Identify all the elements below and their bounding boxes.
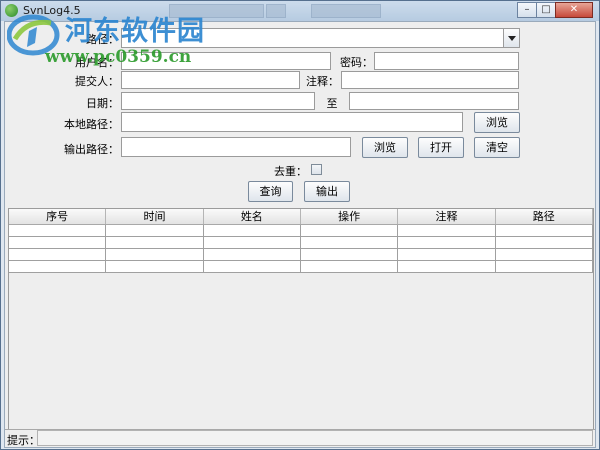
clear-button[interactable]: 清空 — [474, 137, 520, 158]
date-from-input[interactable] — [121, 92, 315, 110]
table-cell[interactable] — [301, 249, 399, 260]
table-row[interactable] — [9, 225, 593, 237]
table-cell[interactable] — [204, 261, 301, 272]
chevron-down-icon[interactable] — [503, 29, 519, 47]
table-body — [9, 225, 593, 273]
close-icon[interactable]: ✕ — [555, 2, 593, 18]
date-to-label: 至 — [326, 97, 338, 110]
table-cell[interactable] — [9, 261, 107, 272]
background-window-ghost — [311, 4, 381, 18]
committer-input[interactable] — [121, 71, 300, 89]
background-window-ghost — [266, 4, 286, 18]
column-header-path[interactable]: 路径 — [496, 209, 593, 224]
window-controls: – □ ✕ — [517, 2, 593, 18]
window-title: SvnLog4.5 — [23, 4, 81, 17]
column-header-action[interactable]: 操作 — [301, 209, 399, 224]
local-path-input[interactable] — [121, 112, 463, 132]
local-path-label: 本地路径： — [64, 118, 119, 131]
query-button[interactable]: 查询 — [248, 181, 293, 202]
dedupe-checkbox[interactable] — [311, 164, 322, 175]
title-bar[interactable]: SvnLog4.5 – □ ✕ — [1, 1, 599, 21]
column-header-index[interactable]: 序号 — [9, 209, 107, 224]
table-cell[interactable] — [496, 225, 593, 236]
table-cell[interactable] — [398, 237, 496, 248]
table-cell[interactable] — [204, 237, 301, 248]
date-label: 日期： — [86, 97, 119, 110]
table-cell[interactable] — [9, 237, 107, 248]
date-to-input[interactable] — [349, 92, 519, 110]
status-message — [37, 430, 593, 446]
app-window: SvnLog4.5 – □ ✕ 路径： 用户名： 密码： 提交人： 注释： 日期… — [0, 0, 600, 450]
browse-local-button[interactable]: 浏览 — [474, 112, 520, 133]
status-bar: 提示： — [5, 429, 595, 447]
table-cell[interactable] — [496, 261, 593, 272]
table-cell[interactable] — [106, 261, 204, 272]
path-combobox[interactable] — [121, 28, 520, 48]
table-cell[interactable] — [398, 225, 496, 236]
table-cell[interactable] — [398, 261, 496, 272]
export-button[interactable]: 输出 — [304, 181, 350, 202]
table-row[interactable] — [9, 261, 593, 273]
app-icon — [5, 4, 18, 17]
output-path-label: 输出路径： — [64, 143, 119, 156]
main-panel: 路径： 用户名： 密码： 提交人： 注释： 日期： 至 本地路径： 浏览 输出路… — [4, 21, 596, 448]
table-cell[interactable] — [9, 225, 107, 236]
maximize-icon[interactable]: □ — [536, 2, 556, 18]
username-label: 用户名： — [75, 56, 119, 69]
table-cell[interactable] — [9, 249, 107, 260]
table-row[interactable] — [9, 237, 593, 249]
dedupe-label: 去重： — [274, 165, 307, 178]
column-header-comment[interactable]: 注释 — [398, 209, 496, 224]
table-cell[interactable] — [106, 237, 204, 248]
column-header-time[interactable]: 时间 — [106, 209, 204, 224]
table-cell[interactable] — [301, 225, 399, 236]
column-header-name[interactable]: 姓名 — [204, 209, 301, 224]
table-cell[interactable] — [106, 249, 204, 260]
path-label: 路径： — [86, 33, 119, 46]
browse-output-button[interactable]: 浏览 — [362, 137, 408, 158]
open-button[interactable]: 打开 — [418, 137, 464, 158]
comment-label: 注释： — [306, 75, 339, 88]
password-label: 密码： — [340, 56, 373, 69]
table-cell[interactable] — [496, 237, 593, 248]
username-input[interactable] — [121, 52, 331, 70]
table-cell[interactable] — [106, 225, 204, 236]
output-path-input[interactable] — [121, 137, 351, 157]
password-input[interactable] — [374, 52, 519, 70]
table-cell[interactable] — [301, 261, 399, 272]
table-row[interactable] — [9, 249, 593, 261]
table-cell[interactable] — [204, 249, 301, 260]
comment-input[interactable] — [341, 71, 519, 89]
table-cell[interactable] — [204, 225, 301, 236]
committer-label: 提交人： — [75, 75, 119, 88]
table-cell[interactable] — [301, 237, 399, 248]
table-header: 序号 时间 姓名 操作 注释 路径 — [9, 209, 593, 225]
minimize-icon[interactable]: – — [517, 2, 537, 18]
status-label: 提示： — [7, 434, 40, 447]
table-cell[interactable] — [398, 249, 496, 260]
table-cell[interactable] — [496, 249, 593, 260]
background-window-ghost — [169, 4, 264, 18]
results-table[interactable]: 序号 时间 姓名 操作 注释 路径 — [8, 208, 594, 432]
